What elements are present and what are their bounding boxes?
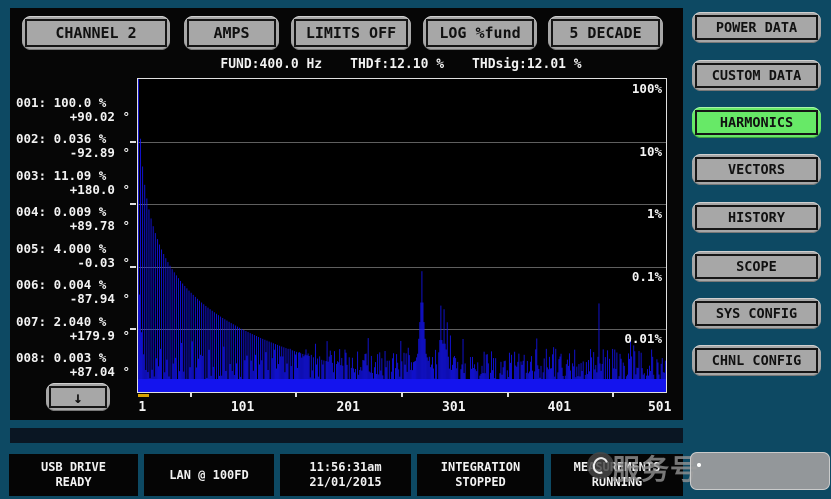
harmonic-phase: +90.02 °	[16, 110, 132, 124]
decade-button-label: 5 DECADE	[569, 24, 641, 42]
thdsig-readout: THDsig:12.01 %	[472, 57, 582, 72]
harmonic-phase: -87.94 °	[16, 292, 132, 306]
harmonic-magnitude: 007: 2.040 %	[16, 315, 132, 329]
harmonic-magnitude: 004: 0.009 %	[16, 205, 132, 219]
y-axis-tick	[130, 141, 136, 143]
status-integration: INTEGRATIONSTOPPED	[417, 454, 544, 496]
harmonic-row: 006: 0.004 %-87.94 °	[16, 278, 132, 306]
y-tick-label: 10%	[639, 144, 662, 159]
status-usb: USB DRIVEREADY	[9, 454, 138, 496]
thdf-readout: THDf:12.10 %	[350, 57, 444, 72]
harmonic-magnitude: 001: 100.0 %	[16, 96, 132, 110]
status-line: USB DRIVE	[41, 460, 106, 475]
status-line: STOPPED	[455, 475, 506, 490]
status-lan: LAN @ 100FD	[144, 454, 274, 496]
harmonic-phase: +89.78 °	[16, 219, 132, 233]
harmonic-phase: +179.9 °	[16, 329, 132, 343]
decade-button[interactable]: 5 DECADE	[548, 16, 663, 50]
status-line: INTEGRATION	[441, 460, 520, 475]
menu-button-harmonics[interactable]: HARMONICS	[692, 107, 821, 138]
y-tick-label: 0.01%	[624, 331, 662, 346]
x-axis-minor-tick	[612, 392, 614, 397]
status-line: 11:56:31am	[309, 460, 381, 475]
harmonic-row: 007: 2.040 %+179.9 °	[16, 315, 132, 343]
selected-harmonic-marker	[138, 394, 149, 397]
harmonic-magnitude: 008: 0.003 %	[16, 351, 132, 365]
status-line: 21/01/2015	[309, 475, 381, 490]
harmonic-row: 008: 0.003 %+87.04 °	[16, 351, 132, 379]
menu-button-chnl-config[interactable]: CHNL CONFIG	[692, 345, 821, 376]
harmonic-magnitude: 003: 11.09 %	[16, 169, 132, 183]
status-datetime: 11:56:31am21/01/2015	[280, 454, 411, 496]
harmonic-phase: -0.03 °	[16, 256, 132, 270]
channel-button-label: CHANNEL 2	[55, 24, 136, 42]
watermark-blur-box	[690, 452, 830, 490]
harmonic-magnitude: 002: 0.036 %	[16, 132, 132, 146]
down-arrow-icon: ↓	[73, 388, 83, 407]
menu-button-history[interactable]: HISTORY	[692, 202, 821, 233]
y-axis-tick	[130, 203, 136, 205]
status-line: MEASUREMENTS	[574, 460, 661, 475]
y-axis-tick	[130, 328, 136, 330]
x-tick-label: 201	[336, 400, 359, 415]
harmonic-phase: +87.04 °	[16, 365, 132, 379]
harmonic-phase: -92.89 °	[16, 146, 132, 160]
menu-button-vectors[interactable]: VECTORS	[692, 154, 821, 185]
x-tick-label: 501	[648, 400, 671, 415]
harmonic-row: 004: 0.009 %+89.78 °	[16, 205, 132, 233]
harmonic-spectrum-plot: 100% 10% 1% 0.1% 0.01%	[137, 78, 667, 393]
menu-button-label: POWER DATA	[716, 20, 797, 36]
x-axis-minor-tick	[401, 392, 403, 397]
harmonic-row: 005: 4.000 %-0.03 °	[16, 242, 132, 270]
menu-button-label: VECTORS	[728, 162, 785, 178]
y-tick-label: 100%	[632, 81, 662, 96]
menu-button-scope[interactable]: SCOPE	[692, 251, 821, 282]
units-button-label: AMPS	[213, 24, 249, 42]
menu-button-label: HISTORY	[728, 210, 785, 226]
menu-button-label: CHNL CONFIG	[712, 353, 801, 369]
channel-button[interactable]: CHANNEL 2	[22, 16, 170, 50]
limits-button-label: LIMITS OFF	[306, 24, 396, 42]
menu-button-label: CUSTOM DATA	[712, 68, 801, 84]
menu-button-power-data[interactable]: POWER DATA	[692, 12, 821, 43]
measurement-header: FUND:400.0 Hz THDf:12.10 % THDsig:12.01 …	[137, 57, 665, 72]
limits-button[interactable]: LIMITS OFF	[291, 16, 411, 50]
scale-mode-button-label: LOG %fund	[439, 24, 520, 42]
harmonic-magnitude: 006: 0.004 %	[16, 278, 132, 292]
menu-button-sys-config[interactable]: SYS CONFIG	[692, 298, 821, 329]
harmonic-row: 001: 100.0 %+90.02 °	[16, 96, 132, 124]
harmonic-row: 003: 11.09 %+180.0 °	[16, 169, 132, 197]
main-display-panel: CHANNEL 2 AMPS LIMITS OFF LOG %fund 5 DE…	[10, 8, 683, 420]
status-line: LAN @ 100FD	[169, 468, 248, 483]
x-tick-label: 101	[231, 400, 254, 415]
status-measurements: MEASUREMENTSRUNNING	[551, 454, 683, 496]
scroll-down-button[interactable]: ↓	[46, 383, 110, 411]
x-axis: 1 101 201 301 401 501	[137, 398, 665, 416]
y-axis-tick	[130, 266, 136, 268]
x-axis-minor-tick	[295, 392, 297, 397]
power-analyzer-screen: CHANNEL 2 AMPS LIMITS OFF LOG %fund 5 DE…	[0, 0, 831, 499]
menu-button-custom-data[interactable]: CUSTOM DATA	[692, 60, 821, 91]
units-button[interactable]: AMPS	[184, 16, 279, 50]
menu-button-label: SCOPE	[736, 259, 777, 275]
harmonic-magnitude: 005: 4.000 %	[16, 242, 132, 256]
scale-mode-button[interactable]: LOG %fund	[423, 16, 537, 50]
x-tick-label: 401	[548, 400, 571, 415]
harmonic-phase: +180.0 °	[16, 183, 132, 197]
x-axis-minor-tick	[190, 392, 192, 397]
harmonic-bars	[138, 79, 666, 392]
harmonic-row: 002: 0.036 %-92.89 °	[16, 132, 132, 160]
x-tick-label: 301	[442, 400, 465, 415]
y-tick-label: 1%	[647, 206, 662, 221]
status-line: RUNNING	[592, 475, 643, 490]
menu-button-label: SYS CONFIG	[716, 306, 797, 322]
x-tick-label: 1	[138, 400, 146, 415]
fundamental-readout: FUND:400.0 Hz	[220, 57, 322, 72]
y-tick-label: 0.1%	[632, 269, 662, 284]
x-axis-minor-tick	[507, 392, 509, 397]
separator-bar	[10, 428, 683, 443]
menu-button-label: HARMONICS	[720, 115, 793, 131]
status-line: READY	[55, 475, 91, 490]
